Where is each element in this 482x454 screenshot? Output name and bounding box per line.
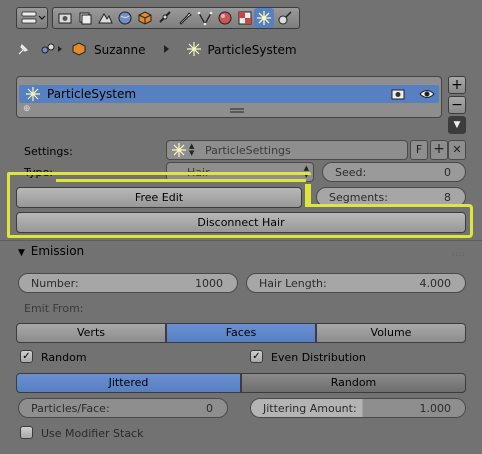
resize-handle-icon[interactable] — [229, 105, 245, 118]
emit-verts-option[interactable]: Verts — [16, 323, 166, 343]
number-field[interactable]: Number: 1000 — [18, 273, 238, 293]
list-menu-button[interactable]: ▼ — [448, 116, 466, 134]
drag-grip-icon[interactable]: :::: — [452, 250, 465, 258]
particles-icon[interactable] — [254, 8, 274, 28]
unlink-settings-button[interactable]: ✕ — [448, 140, 466, 160]
render-icon[interactable] — [55, 8, 75, 28]
editor-type-button[interactable] — [16, 7, 48, 29]
particle-settings-name: ParticleSettings — [205, 144, 291, 157]
plus-small-icon[interactable]: ⊕ — [23, 104, 31, 114]
properties-editor-icon — [21, 11, 46, 24]
scene-data-icon — [40, 42, 68, 59]
pin-icon[interactable] — [16, 42, 32, 59]
render-toggle-icon[interactable] — [391, 87, 405, 104]
visibility-eye-icon[interactable] — [419, 87, 435, 104]
seed-field[interactable]: Seed: 0 — [322, 162, 466, 182]
particle-settings-selector[interactable]: ▲ ▼ ParticleSettings — [166, 140, 408, 160]
fake-user-button[interactable]: F — [410, 140, 428, 160]
particles-icon — [25, 86, 41, 105]
modifiers-icon[interactable] — [175, 8, 195, 28]
use-modifier-stack-checkbox[interactable] — [20, 426, 33, 439]
jittering-value: 1.000 — [419, 402, 452, 415]
number-label: Number: — [31, 277, 79, 290]
disclosure-triangle-icon: ▼ — [18, 248, 25, 258]
emit-faces-option[interactable]: Faces — [166, 323, 316, 343]
material-icon[interactable] — [215, 8, 235, 28]
particles-per-face-field[interactable]: Particles/Face: 0 — [18, 398, 228, 418]
annotation-highlight-right — [305, 204, 473, 238]
new-settings-button[interactable]: + — [430, 140, 448, 160]
particles-icon — [171, 142, 187, 161]
jittering-amount-field[interactable]: Jittering Amount: 1.000 — [250, 398, 466, 418]
render-layers-icon[interactable] — [75, 8, 95, 28]
hair-length-field[interactable]: Hair Length: 4.000 — [246, 273, 466, 293]
particles-face-label: Particles/Face: — [31, 402, 110, 415]
add-particle-system-button[interactable]: + — [448, 76, 466, 94]
remove-particle-system-button[interactable]: − — [448, 96, 466, 114]
even-distribution-label: Even Distribution — [271, 351, 366, 364]
breadcrumb: Suzanne ParticleSystem — [16, 40, 297, 60]
list-item[interactable]: ParticleSystem — [19, 85, 439, 103]
object-name: Suzanne — [94, 43, 146, 57]
properties-toolbar — [0, 0, 482, 34]
particles-face-value: 0 — [206, 402, 213, 415]
panel-divider — [0, 240, 482, 241]
seed-value: 0 — [444, 166, 451, 179]
updown-icon: ▲ ▼ — [189, 142, 195, 157]
dist-random-option[interactable]: Random — [241, 373, 466, 393]
texture-icon[interactable] — [235, 8, 255, 28]
even-distribution-checkbox[interactable]: ✓ — [250, 350, 263, 363]
emission-title: Emission — [30, 244, 85, 258]
physics-icon[interactable] — [275, 8, 295, 28]
chevron-right-icon — [163, 43, 171, 57]
emission-panel-header[interactable]: ▼ Emission — [18, 244, 84, 262]
dist-jittered-option[interactable]: Jittered — [16, 373, 241, 393]
world-icon[interactable] — [115, 8, 135, 28]
seed-label: Seed: — [335, 166, 367, 179]
hair-length-label: Hair Length: — [259, 277, 327, 290]
annotation-highlight-join — [305, 184, 311, 207]
number-value: 1000 — [195, 277, 223, 290]
segments-label: Segments: — [329, 191, 388, 204]
emit-from-label: Emit From: — [24, 302, 84, 315]
use-modifier-stack-label: Use Modifier Stack — [41, 427, 144, 440]
scene-icon[interactable] — [95, 8, 115, 28]
segments-value: 8 — [444, 191, 451, 204]
data-icon[interactable] — [195, 8, 215, 28]
jittering-label: Jittering Amount: — [263, 402, 357, 415]
object-icon[interactable] — [135, 8, 155, 28]
hair-length-value: 4.000 — [419, 277, 452, 290]
object-crumb-icon — [72, 41, 88, 59]
particle-system-name: ParticleSystem — [207, 43, 297, 57]
list-item-label: ParticleSystem — [47, 87, 137, 101]
particle-system-list: ParticleSystem ⊕ — [16, 76, 442, 118]
settings-label: Settings: — [24, 145, 73, 158]
emit-volume-option[interactable]: Volume — [316, 323, 466, 343]
particles-crumb-icon — [187, 41, 202, 59]
annotation-highlight-top — [56, 179, 306, 182]
random-label: Random — [41, 351, 87, 364]
constraints-icon[interactable] — [155, 8, 175, 28]
random-checkbox[interactable]: ✓ — [20, 350, 33, 363]
